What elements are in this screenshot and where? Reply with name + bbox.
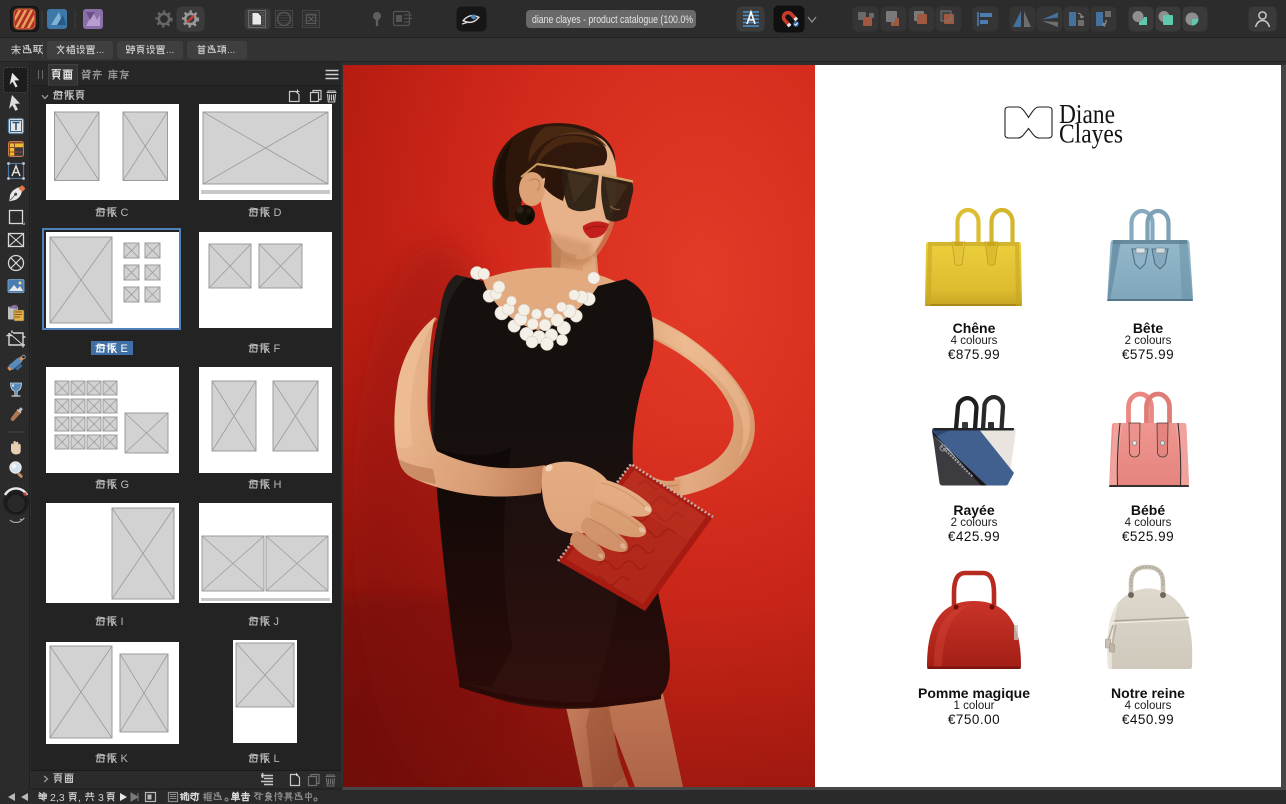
svg-text:J: J — [274, 616, 280, 628]
svg-text:E: E — [121, 343, 128, 355]
svg-text:I: I — [121, 616, 124, 628]
svg-text:,: , — [78, 792, 81, 804]
svg-text:K: K — [121, 753, 129, 765]
svg-text:3: 3 — [98, 792, 104, 804]
svg-text:Clayes: Clayes — [1059, 118, 1123, 149]
svg-text:L: L — [274, 753, 280, 765]
svg-text:diane clayes - product catalog: diane clayes - product catalogue (100.0% — [532, 14, 693, 26]
svg-text:F: F — [274, 343, 281, 355]
svg-text:D: D — [274, 207, 282, 219]
svg-text:...: ... — [227, 45, 235, 56]
svg-text:...: ... — [96, 45, 104, 56]
svg-text:H: H — [274, 479, 282, 491]
svg-text:2,3: 2,3 — [50, 792, 65, 804]
svg-text:...: ... — [166, 45, 174, 56]
svg-text:G: G — [121, 479, 130, 491]
svg-text:C: C — [121, 207, 129, 219]
